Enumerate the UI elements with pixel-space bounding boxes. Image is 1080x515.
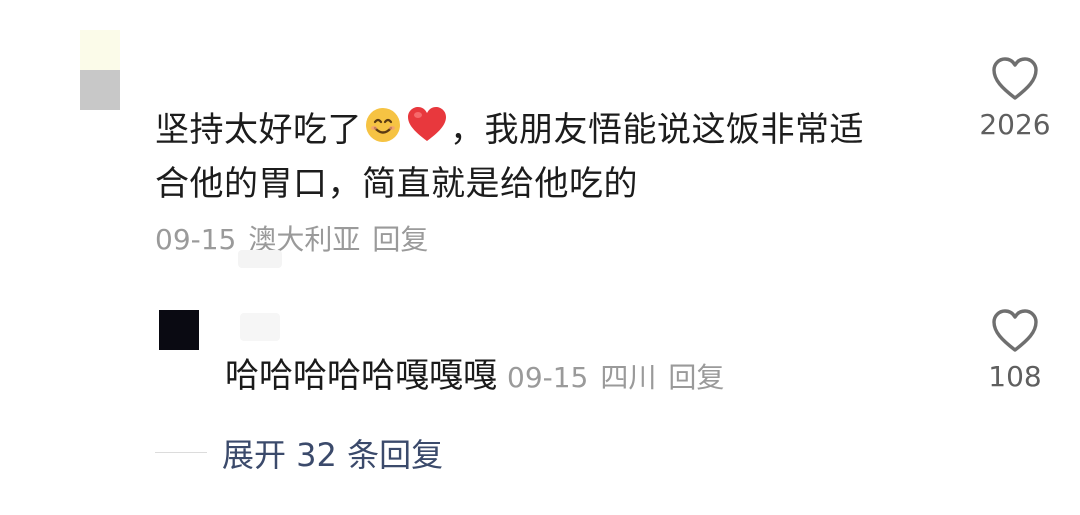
reply-like-count: 108 [988,360,1042,393]
divider-line [155,452,207,453]
reply-reply-button[interactable]: 回复 [668,361,724,394]
expand-replies-button[interactable]: 展开 32 条回复 [222,430,443,476]
comment-text: 坚持太好吃了 ，我朋友悟能说这饭非常适 合他的胃口，简直就是给他吃的 [155,104,955,210]
heart-outline-icon[interactable] [990,309,1040,358]
avatar-image-top [80,30,120,70]
comment-text-part1: 坚持太好吃了 [155,110,362,150]
reply-meta: 09-15 四川 回复 [507,361,736,394]
comment-reply-button[interactable]: 回复 [372,223,428,256]
comment-like-count: 2026 [979,108,1051,141]
comment-meta: 09-15 澳大利亚 回复 [155,218,440,258]
comment-date: 09-15 [155,223,237,256]
reply-date: 09-15 [507,361,589,394]
reply-text: 哈哈哈哈哈嘎嘎嘎 [225,356,497,396]
reply-location: 四川 [600,361,657,394]
comment-text-part2: ，我朋友悟能说这饭非常适 [450,110,864,150]
reply-username-blurred [240,313,280,341]
heart-outline-icon[interactable] [990,57,1040,106]
reply-avatar[interactable] [159,310,199,350]
blurred-placeholder [238,250,282,268]
avatar-image-bottom [80,70,120,110]
comment-like-button[interactable]: 2026 [970,56,1060,141]
reply-like-button[interactable]: 108 [970,308,1060,393]
red-heart-emoji-icon [407,106,447,158]
comment-text-line2: 合他的胃口，简直就是给他吃的 [155,163,638,204]
smiling-face-emoji-icon [365,106,401,158]
reply-content: 哈哈哈哈哈嘎嘎嘎 09-15 四川 回复 [225,354,736,400]
commenter-avatar[interactable] [80,30,120,110]
